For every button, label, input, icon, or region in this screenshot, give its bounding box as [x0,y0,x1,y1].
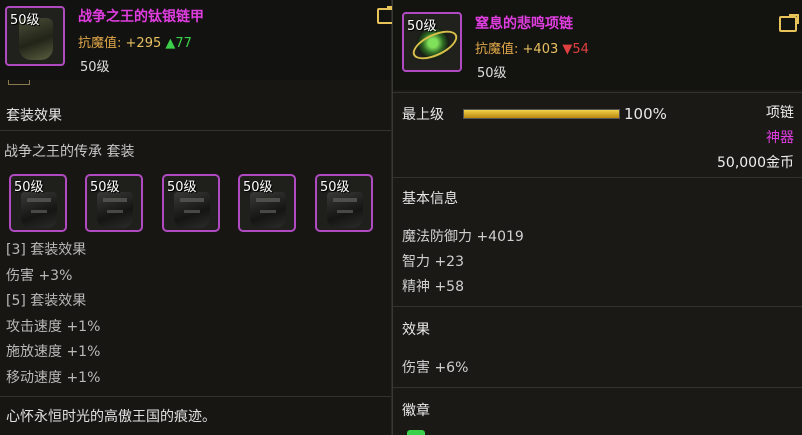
set-item-level: 50级 [167,180,197,195]
divider [0,130,391,131]
set-item-level: 50级 [90,180,120,195]
set-item-level: 50级 [14,180,44,195]
upgrade-progress-bar [463,109,620,119]
set-item-slot[interactable]: 50级 [85,174,143,232]
item-level-text: 50级 [477,66,507,81]
divider [393,177,802,178]
emblem-slot-icon [407,430,425,435]
stat-delta: ▼54 [562,42,589,57]
set-effect-line: [5] 套装效果 [6,293,87,309]
header-tab-decoration [8,80,30,85]
stat-value: +403 [522,42,559,57]
effect-title: 效果 [402,322,430,338]
right-tooltip-header: 50级 窒息的悲鸣项链 抗魔值: +403 ▼54 50级 [393,0,802,90]
left-tooltip-header: 50级 战争之王的钛银链甲 抗魔值: +295 ▲77 50级 [0,0,395,80]
set-item-level: 50级 [243,180,273,195]
divider [393,92,802,93]
stat-delta: ▲77 [165,36,192,51]
item-level-badge: 50级 [407,19,437,34]
stat-value: +295 [125,36,162,51]
item-name: 窒息的悲鸣项链 [475,16,573,32]
item-name: 战争之王的钛银链甲 [78,9,204,25]
progress-text: 100% [624,105,667,123]
item-level-badge: 50级 [10,13,40,28]
set-item-slot[interactable]: 50级 [162,174,220,232]
armor-icon [97,192,133,228]
set-effect-line: 攻击速度 +1% [6,319,101,335]
basic-stat-line: 魔法防御力 +4019 [402,229,524,245]
basic-info-title: 基本信息 [402,191,458,207]
set-section-title: 套装效果 [6,108,62,124]
item-stat: 抗魔值: +295 ▲77 [78,32,192,51]
divider [393,306,802,307]
necklace-item-icon[interactable]: 50级 [402,12,462,72]
divider [0,396,391,397]
armor-item-icon[interactable]: 50级 [5,6,65,66]
item-stat: 抗魔值: +403 ▼54 [475,38,589,57]
basic-stat-line: 精神 +58 [402,279,464,295]
set-item-slot[interactable]: 50级 [315,174,373,232]
emblem-title: 徽章 [402,403,430,419]
set-item-slot[interactable]: 50级 [238,174,296,232]
flavor-text: 心怀永恒时光的高傲王国的痕迹。 [6,409,216,425]
item-level-text: 50级 [80,60,110,75]
set-effect-line: [3] 套装效果 [6,242,87,258]
share-icon[interactable] [779,16,797,32]
armor-icon [327,192,363,228]
set-item-level: 50级 [320,180,350,195]
set-item-slot[interactable]: 50级 [9,174,67,232]
set-effect-line: 施放速度 +1% [6,344,101,360]
effect-line: 伤害 +6% [402,360,469,376]
item-type: 项链 [766,105,794,121]
basic-stat-line: 智力 +23 [402,254,464,270]
armor-icon [21,192,57,228]
armor-icon [174,192,210,228]
item-rarity: 神器 [766,130,794,146]
stat-label: 抗魔值: [78,36,122,51]
item-price: 50,000金币 [717,155,794,171]
divider [393,387,802,388]
armor-icon [250,192,286,228]
stat-label: 抗魔值: [475,42,519,57]
upgrade-progress-fill [464,110,619,118]
max-level-label: 最上级 [402,107,444,123]
right-tooltip: 50级 窒息的悲鸣项链 抗魔值: +403 ▼54 50级 最上级 100% 项… [392,0,802,435]
set-name: 战争之王的传承 套装 [4,144,135,160]
set-effect-line: 伤害 +3% [6,268,73,284]
left-tooltip: 50级 战争之王的钛银链甲 抗魔值: +295 ▲77 50级 套装效果 战争之… [0,0,395,435]
set-effect-line: 移动速度 +1% [6,370,101,386]
